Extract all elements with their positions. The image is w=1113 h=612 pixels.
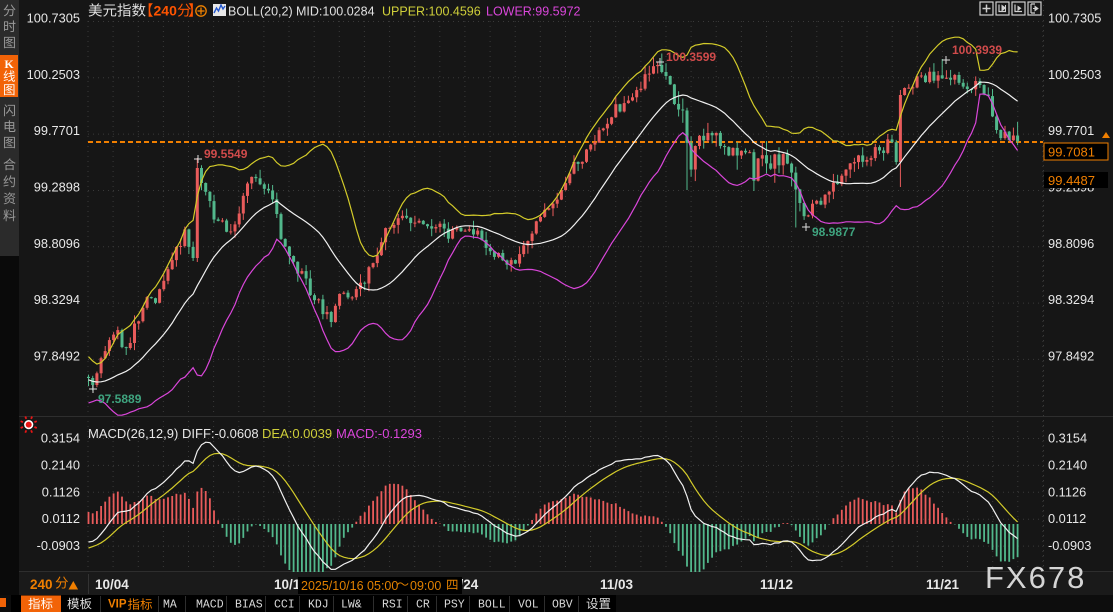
svg-text:MACD: MACD [196,599,224,612]
svg-text:98.9877: 98.9877 [812,225,856,239]
svg-text:100.7305: 100.7305 [1048,11,1101,26]
svg-text:K: K [4,57,14,71]
svg-text:UPPER:100.4596: UPPER:100.4596 [382,5,481,19]
svg-text:OBV: OBV [552,599,573,612]
svg-text:100.3939: 100.3939 [952,43,1002,57]
svg-text:DIFF:-0.0608: DIFF:-0.0608 [182,426,259,441]
svg-text:-0.0903: -0.0903 [37,538,80,553]
svg-text:99.7081: 99.7081 [1048,145,1095,160]
svg-text:0.3154: 0.3154 [1048,431,1087,446]
svg-text:0.1126: 0.1126 [1048,484,1086,499]
svg-text:LOWER:99.5972: LOWER:99.5972 [486,5,581,19]
svg-text:0.1126: 0.1126 [42,484,80,499]
svg-text:99.7701: 99.7701 [34,123,80,138]
svg-text:240: 240 [154,3,178,19]
svg-text:98.8096: 98.8096 [1048,236,1094,251]
svg-text:99.2898: 99.2898 [34,179,80,194]
svg-text:0.0112: 0.0112 [42,511,80,526]
svg-text:BOLL: BOLL [478,599,506,612]
svg-text:MA: MA [163,599,177,612]
svg-text:98.3294: 98.3294 [34,292,80,307]
svg-text:MACD(26,12,9): MACD(26,12,9) [88,426,178,441]
svg-text:CR: CR [416,599,430,612]
svg-text:100.2503: 100.2503 [1048,67,1101,82]
svg-text:99.5549: 99.5549 [204,147,248,161]
svg-text:BIAS: BIAS [235,599,263,612]
svg-text:97.8492: 97.8492 [1048,348,1094,363]
svg-text:0.2140: 0.2140 [1048,457,1087,472]
svg-text:0.0112: 0.0112 [1048,511,1086,526]
svg-text:100.3599: 100.3599 [666,50,716,64]
svg-text:2025/10/16 05:00: 2025/10/16 05:00 [301,579,398,593]
svg-text:0.2140: 0.2140 [41,457,80,472]
svg-text:0.3154: 0.3154 [41,431,80,446]
svg-text:RSI: RSI [382,599,403,612]
svg-text:98.3294: 98.3294 [1048,292,1094,307]
svg-text:KDJ: KDJ [308,599,329,612]
svg-text:10/04: 10/04 [95,577,129,592]
svg-text:09:00: 09:00 [410,579,441,593]
svg-text:240: 240 [30,577,53,592]
svg-text:99.4487: 99.4487 [1048,173,1095,188]
svg-text:97.5889: 97.5889 [98,392,142,406]
svg-text:MACD:-0.1293: MACD:-0.1293 [336,426,422,441]
svg-text:11/03: 11/03 [600,577,634,592]
svg-text:VOL: VOL [518,599,539,612]
svg-text:DEA:0.0039: DEA:0.0039 [262,426,332,441]
svg-text:LW&: LW& [341,599,362,612]
svg-text:BOLL(20,2): BOLL(20,2) [228,5,293,19]
svg-text:MID:100.0284: MID:100.0284 [296,5,375,19]
svg-text:11/12: 11/12 [760,577,793,592]
svg-text:11/21: 11/21 [926,577,960,592]
svg-text:FX678: FX678 [985,560,1086,595]
svg-text:97.8492: 97.8492 [34,348,80,363]
svg-text:99.7701: 99.7701 [1048,123,1094,138]
svg-text:98.8096: 98.8096 [34,236,80,251]
svg-text:-0.0903: -0.0903 [1048,538,1091,553]
svg-text:PSY: PSY [444,599,465,612]
svg-text:VIP: VIP [108,599,127,611]
svg-text:100.2503: 100.2503 [27,67,80,82]
svg-text:100.7305: 100.7305 [27,11,80,26]
svg-text:CCI: CCI [274,599,295,612]
